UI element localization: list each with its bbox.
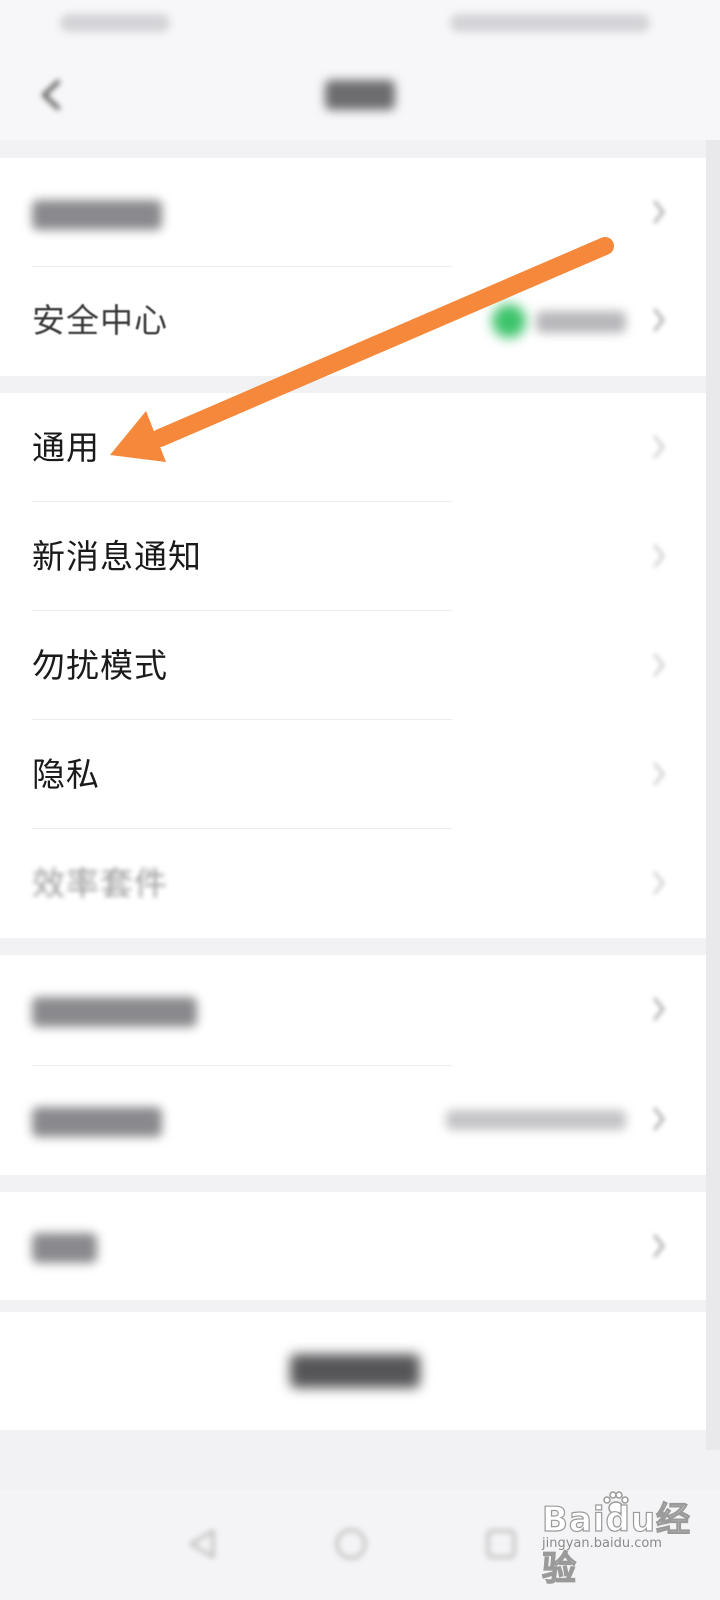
chevron-right-icon bbox=[653, 997, 665, 1021]
version-text bbox=[446, 1110, 626, 1130]
settings-row-new-message-notification[interactable]: 新消息通知 bbox=[0, 502, 706, 612]
settings-group-plugins bbox=[0, 1192, 706, 1300]
security-status-text bbox=[536, 311, 626, 333]
back-triangle-icon[interactable] bbox=[183, 1525, 221, 1563]
settings-row-label: 安全中心 bbox=[32, 301, 168, 340]
status-bar-left-info bbox=[60, 14, 170, 32]
home-circle-icon[interactable] bbox=[332, 1525, 370, 1563]
settings-row-do-not-disturb[interactable]: 勿扰模式 bbox=[0, 611, 706, 721]
status-bar bbox=[0, 0, 720, 48]
settings-row-privacy[interactable]: 隐私 bbox=[0, 720, 706, 830]
settings-row-efficiency-suite[interactable]: 效率套件 bbox=[0, 829, 706, 939]
settings-row-account[interactable] bbox=[0, 158, 706, 268]
chevron-right-icon bbox=[653, 544, 665, 568]
scrollbar[interactable] bbox=[706, 140, 720, 1450]
settings-row-label: 通用 bbox=[32, 428, 100, 467]
chevron-right-icon bbox=[653, 1107, 665, 1131]
title-bar bbox=[0, 48, 720, 140]
status-bar-right-info bbox=[450, 14, 650, 32]
status-dot bbox=[492, 304, 526, 338]
settings-row-about[interactable] bbox=[0, 1065, 706, 1175]
settings-row-label: 勿扰模式 bbox=[32, 646, 168, 685]
recents-square-icon[interactable] bbox=[482, 1525, 520, 1563]
settings-group-about bbox=[0, 955, 706, 1175]
chevron-right-icon bbox=[653, 871, 665, 895]
back-icon[interactable] bbox=[38, 78, 66, 112]
settings-row-plugins[interactable] bbox=[0, 1192, 706, 1300]
settings-row-label: 效率套件 bbox=[32, 864, 168, 903]
chevron-right-icon bbox=[653, 653, 665, 677]
settings-row-help[interactable] bbox=[0, 955, 706, 1065]
settings-row-label: 新消息通知 bbox=[32, 537, 202, 576]
logout-button[interactable] bbox=[0, 1312, 706, 1430]
settings-group-account: 安全中心 bbox=[0, 158, 706, 376]
watermark-url: jingyan.baidu.com bbox=[542, 1536, 662, 1551]
logout-label bbox=[290, 1354, 420, 1388]
chevron-right-icon bbox=[653, 762, 665, 786]
chevron-right-icon bbox=[653, 200, 665, 224]
chevron-right-icon bbox=[653, 308, 665, 332]
chevron-right-icon bbox=[653, 1234, 665, 1258]
settings-row-label: 隐私 bbox=[32, 755, 100, 794]
watermark: Baidu经验 jingyan.baidu.com bbox=[540, 1491, 710, 1590]
chevron-right-icon bbox=[653, 435, 665, 459]
settings-group-main: 通用 新消息通知 勿扰模式 隐私 效率套件 bbox=[0, 393, 706, 938]
settings-row-general[interactable]: 通用 bbox=[0, 393, 706, 503]
page-title bbox=[325, 80, 395, 110]
settings-row-security-center[interactable]: 安全中心 bbox=[0, 266, 706, 376]
